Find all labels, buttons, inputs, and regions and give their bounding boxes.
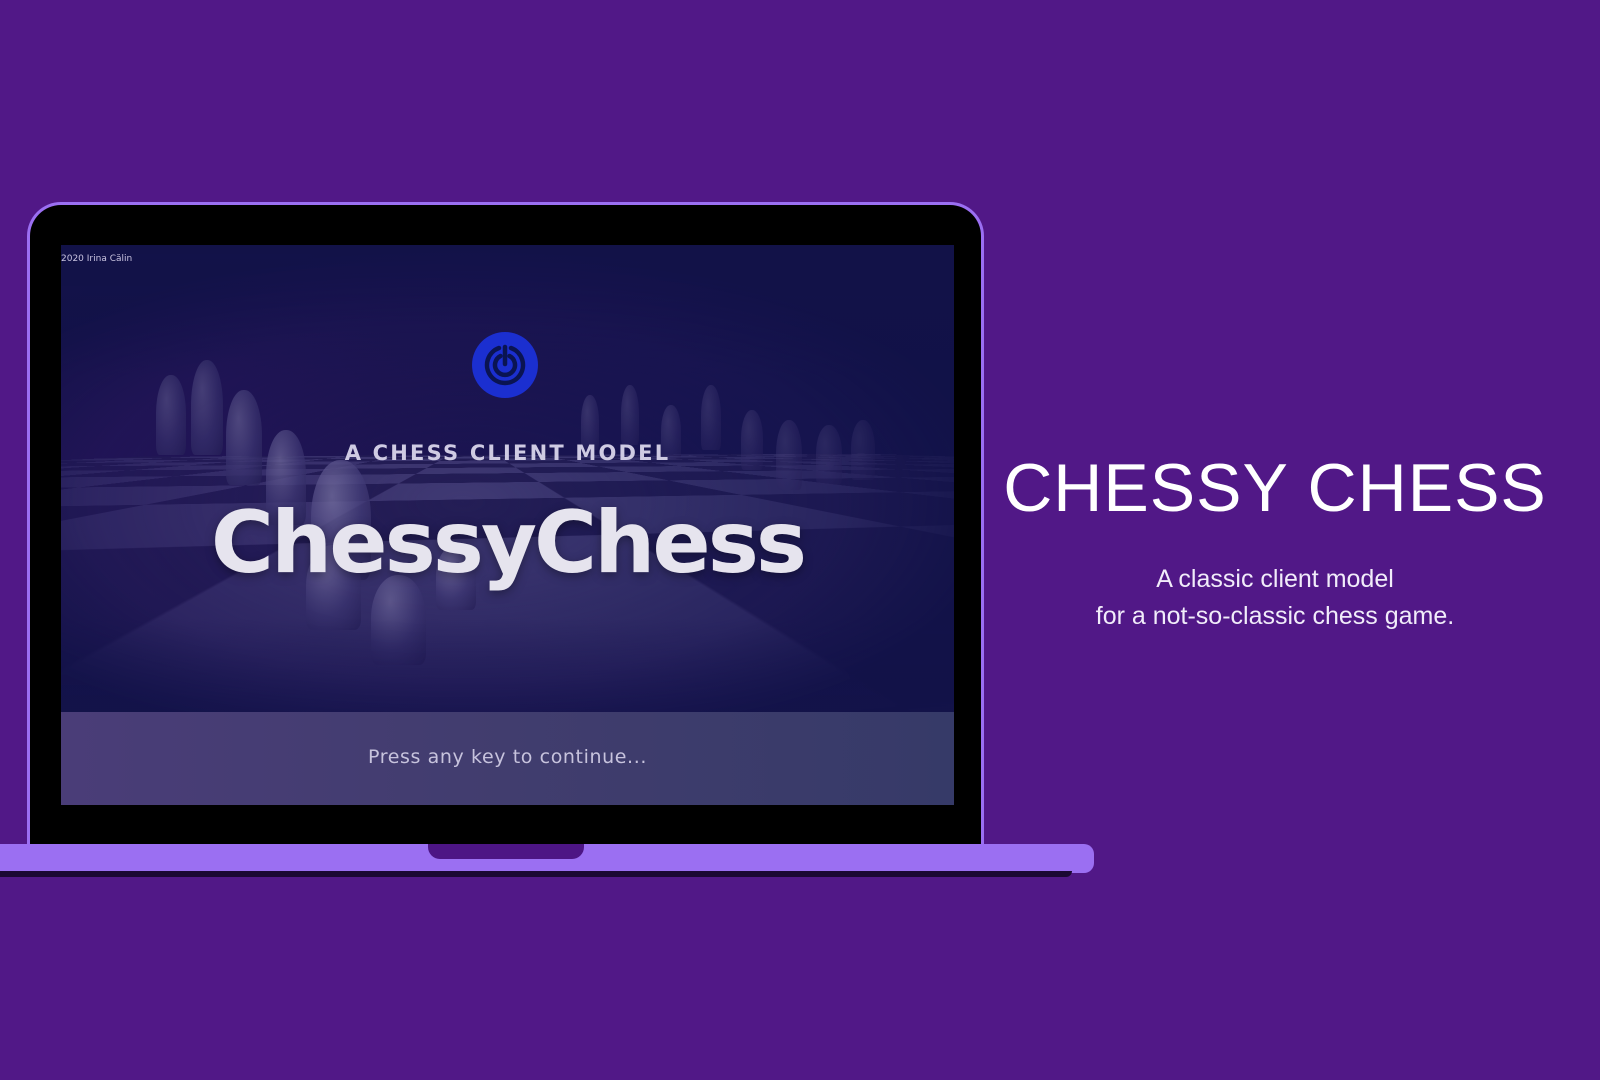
target-power-icon — [472, 332, 538, 398]
game-title: ChessyChess — [210, 493, 807, 593]
promo-subtitle-line-2: for a not-so-classic chess game. — [1095, 602, 1455, 630]
promo-subtitle-line-1: A classic client model — [1156, 565, 1394, 593]
laptop-base-shadow — [0, 871, 1072, 877]
game-screen[interactable]: 2020 Irina Călin A CHESS CLIENT MODEL Ch… — [61, 245, 954, 805]
screen-kicker: A CHESS CLIENT MODEL — [344, 441, 671, 465]
continue-prompt: Press any key to continue... — [368, 746, 647, 768]
laptop-frame: 2020 Irina Călin A CHESS CLIENT MODEL Ch… — [27, 202, 984, 844]
laptop-notch — [428, 844, 584, 859]
promo-title: CHESSY CHESS — [1003, 450, 1547, 526]
promo-subtitle: A classic client model for a not-so-clas… — [990, 561, 1560, 635]
copyright-text: 2020 Irina Călin — [61, 254, 133, 264]
continue-bar[interactable]: Press any key to continue... — [61, 712, 954, 805]
chessboard-background — [61, 245, 954, 712]
